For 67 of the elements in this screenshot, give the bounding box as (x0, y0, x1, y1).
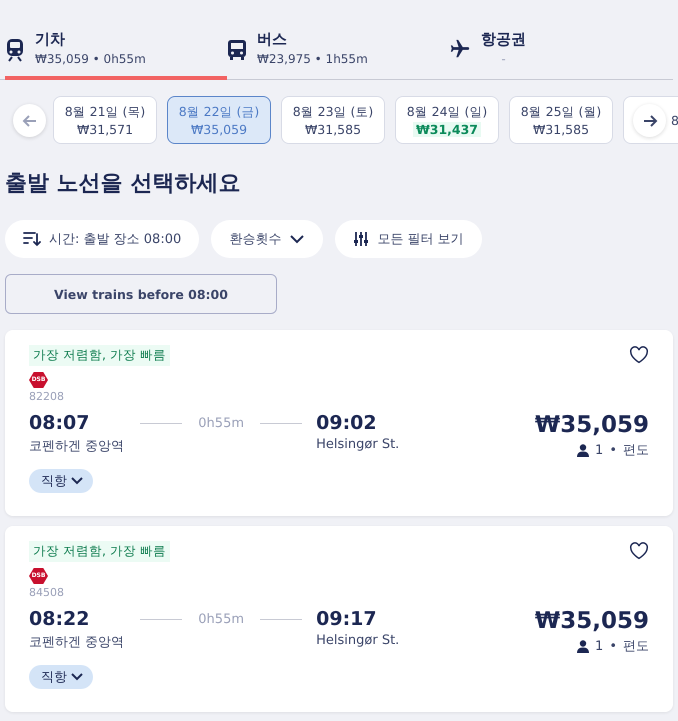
ticket-price: ₩35,059 (534, 607, 649, 635)
result-tag: 가장 저렴함, 가장 빠름 (29, 345, 170, 366)
person-icon (577, 444, 590, 456)
tab-detail: ₩23,975 • 1h55m (257, 51, 368, 68)
passenger-count: 1 (595, 442, 604, 458)
filter-chip[interactable]: 시간: 출발 장소 08:00 (5, 220, 200, 258)
arrow-right-icon (642, 112, 658, 128)
tab-detail: - (500, 51, 507, 68)
tab-label: 항공권 (481, 29, 526, 50)
trip-duration: 0h55m (198, 416, 244, 430)
earlier-trains-button[interactable]: View trains before 08:00 (5, 274, 277, 314)
mode-tab[interactable]: 항공권 - (449, 22, 671, 80)
tab-detail: ₩35,059 • 0h55m (35, 51, 146, 68)
person-icon (577, 640, 590, 652)
date-price: ₩31,437 (412, 122, 482, 136)
arrival-station: Helsingør St. (316, 633, 400, 648)
date-price: ₩31,585 (532, 122, 590, 136)
ticket-price: ₩35,059 (534, 411, 649, 439)
sort-icon (23, 231, 41, 247)
departure-station: 코펜하겐 중앙역 (29, 634, 124, 651)
mode-tab[interactable]: 버스 ₩23,975 • 1h55m (227, 22, 449, 80)
filter-chip[interactable]: 환승횟수 (211, 220, 324, 258)
separator-dot: • (609, 442, 617, 458)
trip-type: 편도 (623, 638, 649, 655)
date-price: ₩35,059 (190, 122, 248, 136)
arrival-time: 09:02 (316, 411, 378, 435)
trip-type: 편도 (623, 442, 649, 459)
departure-time: 08:07 (29, 411, 90, 435)
date-label: 8월 24일 (일) (406, 104, 488, 120)
tab-label: 버스 (257, 29, 288, 50)
arrival-time: 09:17 (316, 607, 378, 631)
date-option[interactable]: 8월 21일 (목) ₩31,571 (53, 96, 157, 144)
train-icon (5, 38, 25, 62)
departure-time: 08:22 (29, 607, 90, 631)
train-number: 82208 (29, 390, 65, 403)
date-price: ₩31,571 (76, 122, 134, 136)
arrow-left-icon (22, 112, 38, 128)
passenger-count: 1 (595, 638, 604, 654)
separator-dot: • (609, 638, 617, 654)
date-option[interactable]: 8월 25일 (월) ₩31,585 (509, 96, 613, 144)
date-option[interactable]: 8월 23일 (토) ₩31,585 (281, 96, 385, 144)
date-label: 8월 23일 (토) (292, 104, 374, 120)
date-option[interactable]: 8월 22일 (금) ₩35,059 (167, 96, 271, 144)
date-label: 8 (671, 112, 678, 128)
chevron-down-icon (71, 477, 83, 485)
date-label: 8월 21일 (목) (64, 104, 146, 120)
previous-button[interactable] (13, 104, 46, 137)
date-label: 8월 25일 (월) (520, 104, 602, 120)
train-number: 84508 (29, 586, 65, 599)
page-heading: 출발 노선을 선택하세요 (5, 170, 242, 198)
date-option[interactable]: 8월 24일 (일) ₩31,437 (395, 96, 499, 144)
filter-chip[interactable]: 모든 필터 보기 (335, 220, 482, 258)
departure-station: 코펜하겐 중앙역 (29, 438, 124, 455)
trip-duration: 0h55m (198, 612, 244, 626)
chevron-down-icon (289, 234, 306, 244)
plane-icon (449, 38, 471, 60)
tab-label: 기차 (35, 29, 66, 50)
arrival-station: Helsingør St. (316, 437, 400, 452)
bus-icon (227, 38, 247, 62)
result-tag: 가장 저렴함, 가장 빠름 (29, 541, 170, 562)
stops-button[interactable]: 직항 (29, 665, 93, 689)
date-price: ₩31,585 (304, 122, 362, 136)
stops-button[interactable]: 직항 (29, 469, 93, 493)
mode-tab[interactable]: 기차 ₩35,059 • 0h55m (5, 22, 227, 80)
date-label: 8월 22일 (금) (178, 104, 260, 120)
sliders-icon (353, 231, 370, 247)
chevron-down-icon (71, 673, 83, 681)
